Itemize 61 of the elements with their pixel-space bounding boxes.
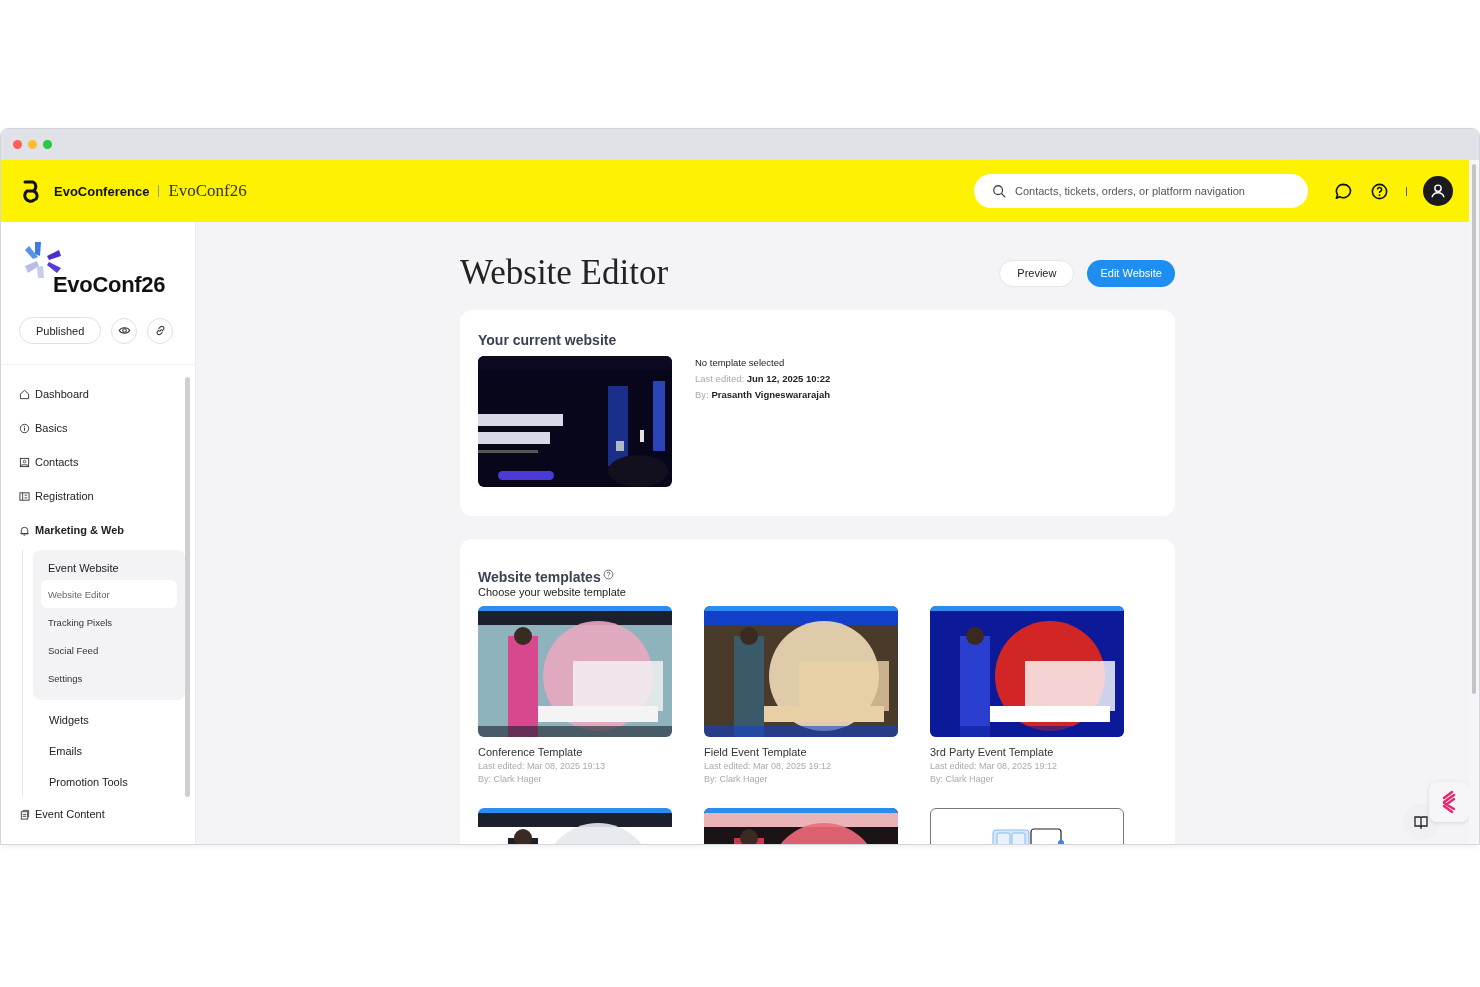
template-author: By: Clark Hager xyxy=(478,774,543,784)
nav-item[interactable]: Basics xyxy=(19,411,68,445)
page-title: Website Editor xyxy=(460,253,669,293)
template-name[interactable]: Conference Template xyxy=(478,746,672,758)
nav-item[interactable]: Promotion Tools xyxy=(33,766,185,797)
maximize-window-dot[interactable] xyxy=(43,140,52,149)
template-name[interactable]: 3rd Party Event Template xyxy=(930,746,1124,758)
template-edited: Last edited: Mar 08, 2025 19:13 xyxy=(478,761,607,771)
copy-link-button[interactable] xyxy=(147,317,174,344)
search-icon xyxy=(992,184,1006,198)
close-window-dot[interactable] xyxy=(13,140,22,149)
bell-icon xyxy=(19,524,30,536)
section-title: Website templates xyxy=(478,569,601,585)
nav-item[interactable]: Registration xyxy=(19,479,94,513)
book-icon xyxy=(1413,814,1429,830)
meta-label: By: xyxy=(695,389,709,400)
search-field[interactable]: Contacts, tickets, orders, or platform navigation xyxy=(974,174,1308,208)
assistant-button[interactable] xyxy=(1429,782,1469,822)
template-author: By: Clark Hager xyxy=(704,774,769,784)
documents-icon xyxy=(19,808,30,820)
nav-item[interactable]: Event Website xyxy=(41,556,177,580)
preview-button[interactable] xyxy=(111,317,138,344)
info-icon xyxy=(19,422,30,434)
home-icon xyxy=(19,388,30,400)
nav-item[interactable]: Emails xyxy=(33,735,185,766)
user-icon xyxy=(1429,182,1447,200)
meta-label: Last edited: xyxy=(695,373,745,384)
template-author: By: Clark Hager xyxy=(930,774,995,784)
form-icon xyxy=(19,490,30,502)
nav-item[interactable]: Dashboard xyxy=(19,377,89,411)
scrollbar[interactable] xyxy=(185,377,190,797)
brand-name[interactable]: EvoConference xyxy=(54,183,150,199)
nav-item[interactable]: Widgets xyxy=(33,704,185,735)
help-icon[interactable] xyxy=(1370,181,1389,201)
status-button[interactable]: Published xyxy=(19,317,102,344)
nav-item[interactable]: Event Content xyxy=(19,797,105,831)
author-name: Prasanth Vigneswararajah xyxy=(711,389,830,400)
nav-item[interactable]: Marketing & Web xyxy=(19,513,125,547)
template-name[interactable]: Field Event Template xyxy=(704,746,898,758)
section-title: Your current website xyxy=(478,332,618,348)
scrollbar[interactable] xyxy=(1472,164,1476,694)
avatar-button[interactable] xyxy=(1423,176,1453,206)
eye-icon xyxy=(117,324,131,337)
template-edited: Last edited: Mar 08, 2025 19:12 xyxy=(704,761,833,771)
preview-button[interactable]: Preview xyxy=(999,259,1075,287)
minimize-window-dot[interactable] xyxy=(28,140,37,149)
section-subtitle: Choose your website template xyxy=(478,586,627,598)
contact-card-icon xyxy=(19,456,30,468)
nav-item[interactable]: Contacts xyxy=(19,445,79,479)
nav-item[interactable]: Website Editor xyxy=(41,580,177,608)
edited-date: Jun 12, 2025 10:22 xyxy=(746,373,831,384)
event-title: EvoConf26 xyxy=(53,272,167,298)
nav-item[interactable]: Social Feed xyxy=(41,636,177,664)
nav-item[interactable]: Settings xyxy=(41,664,177,692)
template-edited: Last edited: Mar 08, 2025 19:12 xyxy=(930,761,1059,771)
nav-item[interactable]: Tracking Pixels xyxy=(41,608,177,636)
chat-icon[interactable] xyxy=(1334,181,1353,201)
event-name[interactable]: EvoConf26 xyxy=(168,181,247,201)
template-status: No template selected xyxy=(695,357,786,368)
link-icon xyxy=(153,324,167,337)
logo-icon xyxy=(21,179,41,203)
